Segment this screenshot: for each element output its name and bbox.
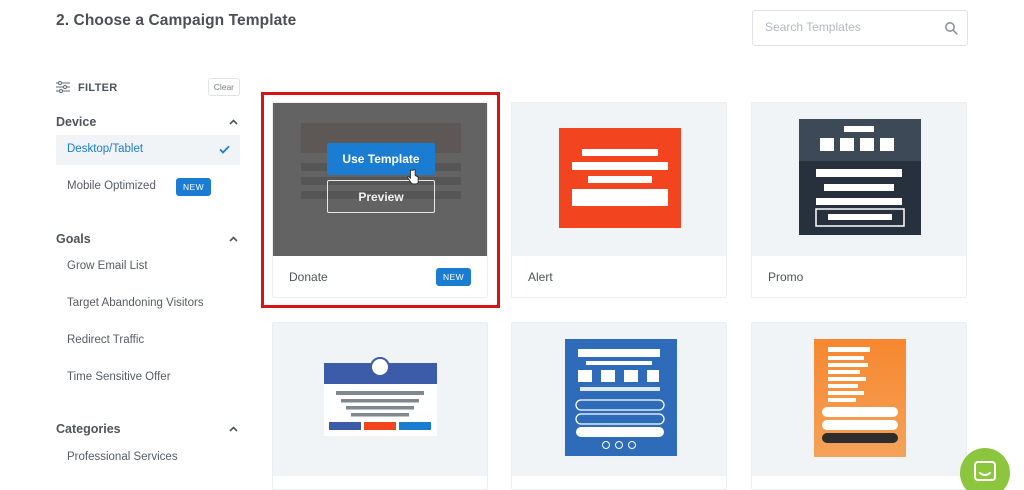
filter-item-target-abandoning-visitors[interactable]: Target Abandoning Visitors: [56, 289, 240, 319]
filter-header: FILTER Clear: [56, 78, 240, 98]
template-thumbnail[interactable]: [512, 323, 726, 476]
template-card-6[interactable]: [751, 322, 967, 490]
filter-item-label: Mobile Optimized: [67, 180, 156, 192]
template-thumbnail[interactable]: [273, 323, 487, 476]
categories-section-header[interactable]: Categories: [56, 422, 240, 438]
template-card-5[interactable]: [511, 322, 727, 490]
filter-item-label: Target Abandoning Visitors: [67, 297, 204, 309]
template-5-preview-image: [565, 339, 677, 456]
template-card-alert[interactable]: Alert: [511, 102, 727, 298]
filter-item-label: Time Sensitive Offer: [67, 371, 171, 383]
chevron-up-icon[interactable]: [229, 236, 238, 242]
filter-item-label: Redirect Traffic: [67, 334, 145, 346]
filter-item-time-sensitive-offer[interactable]: Time Sensitive Offer: [56, 363, 240, 393]
filter-item-mobile-optimized[interactable]: Mobile Optimized NEW: [56, 172, 240, 202]
device-section-label: Device: [56, 115, 97, 129]
search-box[interactable]: [752, 10, 968, 46]
filter-item-label: Desktop/Tablet: [67, 143, 144, 155]
filter-item-label: Professional Services: [67, 451, 178, 463]
filter-item-grow-email-list[interactable]: Grow Email List: [56, 252, 240, 282]
template-name: Promo: [768, 270, 804, 284]
template-card-4[interactable]: [272, 322, 488, 490]
promo-preview-image: [799, 119, 921, 235]
categories-section-label: Categories: [56, 422, 121, 436]
check-icon: [219, 145, 230, 154]
filter-label: FILTER: [78, 82, 118, 94]
chat-launcher-button[interactable]: [960, 448, 1010, 490]
chevron-up-icon[interactable]: [229, 426, 238, 432]
selection-highlight: [261, 92, 500, 308]
template-6-preview-image: [814, 339, 906, 457]
clear-filters-button[interactable]: Clear: [207, 78, 240, 96]
template-card-promo[interactable]: Promo: [751, 102, 967, 298]
template-thumbnail[interactable]: [752, 103, 966, 256]
template-thumbnail[interactable]: [512, 103, 726, 256]
page-title: 2. Choose a Campaign Template: [56, 12, 297, 29]
template-4-preview-image: [324, 357, 437, 436]
chat-icon: [974, 461, 996, 481]
search-icon[interactable]: [944, 21, 958, 35]
filter-item-professional-services[interactable]: Professional Services: [56, 443, 240, 473]
template-thumbnail[interactable]: [752, 323, 966, 476]
search-input[interactable]: [765, 20, 935, 34]
goals-section-label: Goals: [56, 232, 91, 246]
sliders-icon: [56, 80, 70, 94]
filter-item-label: Grow Email List: [67, 260, 148, 272]
goals-section-header[interactable]: Goals: [56, 232, 240, 248]
chevron-up-icon[interactable]: [229, 119, 238, 125]
alert-preview-image: [559, 128, 681, 228]
template-name: Alert: [528, 270, 553, 284]
new-badge: NEW: [176, 178, 212, 196]
filter-item-redirect-traffic[interactable]: Redirect Traffic: [56, 326, 240, 356]
device-section-header[interactable]: Device: [56, 115, 240, 131]
filter-item-desktop-tablet[interactable]: Desktop/Tablet: [56, 135, 240, 165]
